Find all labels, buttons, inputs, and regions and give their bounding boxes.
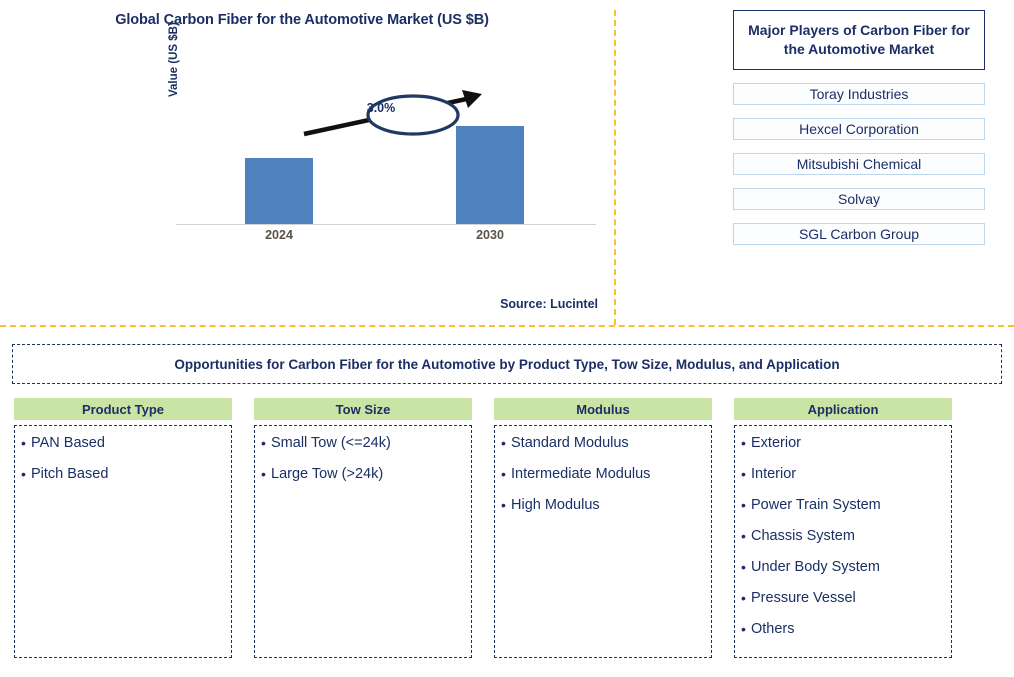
bullet-icon: •	[21, 435, 26, 451]
player-name: SGL Carbon Group	[798, 226, 920, 242]
bullet-icon: •	[21, 465, 26, 482]
list-item: • Interior	[741, 465, 945, 483]
bullet-icon: •	[741, 435, 746, 451]
list-item-label: Intermediate Modulus	[511, 465, 651, 482]
list-item: • Pressure Vessel	[741, 589, 945, 607]
list-item-label: Others	[751, 620, 795, 637]
player-item: Toray Industries	[733, 83, 985, 105]
bullet-icon: •	[261, 435, 266, 451]
column-header-product-type: Product Type	[14, 398, 232, 420]
bar-chart-plot: Value (US $B) 2024 2030 3.0%	[168, 22, 596, 242]
list-item: • Standard Modulus	[501, 435, 705, 452]
list-item: • High Modulus	[501, 496, 705, 514]
list-item: • Power Train System	[741, 496, 945, 514]
list-item-label: Chassis System	[751, 527, 855, 544]
x-tick-label-2030: 2030	[476, 228, 504, 242]
bullet-icon: •	[741, 527, 746, 544]
list-item-label: Pitch Based	[31, 465, 109, 482]
player-item: SGL Carbon Group	[733, 223, 985, 245]
column-body-tow-size: • Small Tow (<=24k) • Large Tow (>24k)	[254, 425, 472, 658]
major-players-panel: Major Players of Carbon Fiber for the Au…	[733, 10, 985, 245]
column-body-modulus: • Standard Modulus • Intermediate Modulu…	[494, 425, 712, 658]
column-body-product-type: • PAN Based • Pitch Based	[14, 425, 232, 658]
list-item: • Large Tow (>24k)	[261, 465, 465, 483]
column-header-tow-size: Tow Size	[254, 398, 472, 420]
list-item: • Pitch Based	[21, 465, 225, 483]
bullet-icon: •	[741, 620, 746, 637]
player-name: Toray Industries	[809, 86, 909, 102]
list-item-label: Pressure Vessel	[751, 589, 856, 606]
bullet-icon: •	[501, 465, 506, 482]
x-tick-label-2024: 2024	[265, 228, 293, 242]
market-chart-panel: Global Carbon Fiber for the Automotive M…	[0, 0, 614, 325]
list-item: • Small Tow (<=24k)	[261, 435, 465, 452]
x-axis-line	[176, 224, 596, 225]
list-item: • Intermediate Modulus	[501, 465, 705, 483]
list-item-label: Under Body System	[751, 558, 880, 575]
source-label: Source: Lucintel	[500, 297, 598, 311]
segment-column-product-type: Product Type • PAN Based • Pitch Based	[14, 398, 232, 658]
segment-column-application: Application • Exterior • Interior • Powe…	[734, 398, 952, 658]
y-axis-label: Value (US $B)	[168, 22, 180, 97]
list-item: • Chassis System	[741, 527, 945, 545]
segment-column-tow-size: Tow Size • Small Tow (<=24k) • Large Tow…	[254, 398, 472, 658]
bullet-icon: •	[741, 558, 746, 575]
bullet-icon: •	[501, 435, 506, 451]
list-item-label: Power Train System	[751, 496, 881, 513]
list-item: • Under Body System	[741, 558, 945, 576]
list-item: • PAN Based	[21, 435, 225, 452]
bullet-icon: •	[741, 465, 746, 482]
player-item: Hexcel Corporation	[733, 118, 985, 140]
vertical-divider	[614, 10, 616, 325]
major-players-header: Major Players of Carbon Fiber for the Au…	[733, 10, 985, 70]
list-item: • Exterior	[741, 435, 945, 452]
bullet-icon: •	[261, 465, 266, 482]
list-item-label: Large Tow (>24k)	[271, 465, 384, 482]
bullet-icon: •	[501, 496, 506, 513]
list-item-label: Exterior	[751, 435, 801, 451]
list-item: • Others	[741, 620, 945, 638]
list-item-label: PAN Based	[31, 435, 105, 451]
opportunities-banner: Opportunities for Carbon Fiber for the A…	[12, 344, 1002, 384]
list-item-label: High Modulus	[511, 496, 600, 513]
list-item-label: Interior	[751, 465, 797, 482]
column-body-application: • Exterior • Interior • Power Train Syst…	[734, 425, 952, 658]
segmentation-columns: Product Type • PAN Based • Pitch Based T…	[14, 398, 1000, 658]
player-name: Solvay	[837, 191, 881, 207]
infographic-page: Global Carbon Fiber for the Automotive M…	[0, 0, 1014, 677]
column-header-application: Application	[734, 398, 952, 420]
horizontal-divider	[0, 325, 1014, 327]
player-item: Mitsubishi Chemical	[733, 153, 985, 175]
opportunities-banner-text: Opportunities for Carbon Fiber for the A…	[174, 356, 840, 372]
list-item-label: Small Tow (<=24k)	[271, 435, 391, 451]
chart-title: Global Carbon Fiber for the Automotive M…	[115, 12, 489, 28]
list-item-label: Standard Modulus	[511, 435, 629, 451]
cagr-value-label: 3.0%	[366, 101, 396, 115]
bullet-icon: •	[741, 589, 746, 606]
column-header-modulus: Modulus	[494, 398, 712, 420]
segment-column-modulus: Modulus • Standard Modulus • Intermediat…	[494, 398, 712, 658]
player-name: Hexcel Corporation	[799, 121, 919, 137]
player-item: Solvay	[733, 188, 985, 210]
bar-2024	[245, 158, 313, 224]
player-name: Mitsubishi Chemical	[796, 156, 922, 172]
bullet-icon: •	[741, 496, 746, 513]
